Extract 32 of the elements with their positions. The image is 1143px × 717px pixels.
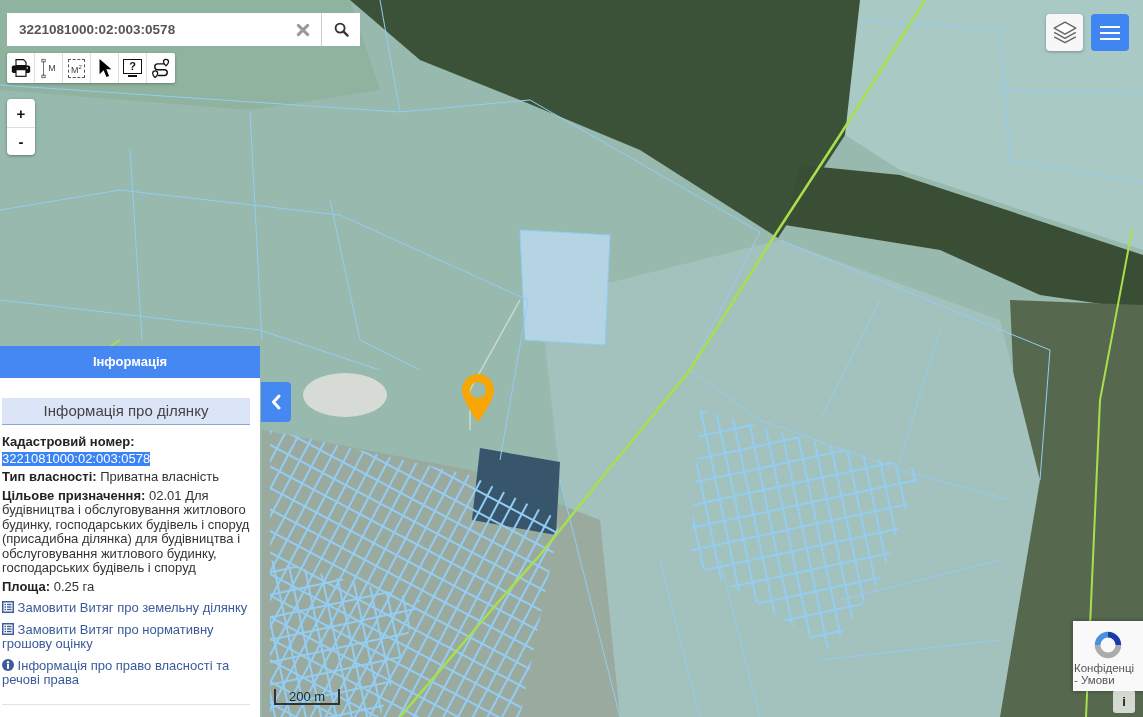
layers-button[interactable] <box>1046 14 1083 51</box>
printer-icon <box>10 58 31 78</box>
measure-area-button[interactable]: M$^{2}$ <box>63 53 91 83</box>
search-icon <box>333 22 349 37</box>
property-field: Площа: 0.25 га <box>2 579 250 594</box>
menu-button[interactable] <box>1091 14 1129 51</box>
info-button[interactable]: i <box>1113 690 1135 713</box>
zoom-in-button[interactable]: + <box>7 99 35 127</box>
ruler-line-icon <box>41 57 47 79</box>
privacy-link[interactable]: Конфіденці <box>1074 662 1135 674</box>
ownership-info-link[interactable]: Інформація про право власності та речові права <box>2 658 250 688</box>
panel-header: Інформація <box>0 346 260 378</box>
help-button[interactable]: ? <box>119 53 147 83</box>
menu-icon <box>1100 25 1120 40</box>
order-extract-link[interactable]: Замовити Витяг про нормативну грошову оцінку <box>2 622 250 652</box>
chevron-left-icon <box>271 394 281 410</box>
close-icon <box>296 22 310 37</box>
search-button[interactable] <box>321 13 360 46</box>
route-icon <box>151 58 171 78</box>
field-label: Кадастровий номер: <box>2 435 136 450</box>
terms-link[interactable]: - Умови <box>1074 674 1115 686</box>
scale-bar: 200 m <box>274 689 340 705</box>
cadastral-number: 3221081000:02:003:0578 <box>2 451 151 466</box>
section-title: Інформація про ділянку <box>2 398 250 425</box>
zoom-out-button[interactable]: - <box>7 127 35 155</box>
map-pin-icon <box>462 374 494 422</box>
measure-distance-button[interactable]: M <box>35 53 63 83</box>
collapse-button[interactable] <box>261 382 291 422</box>
property-field: Тип власності: Приватна власність <box>2 470 250 485</box>
order-extract-link[interactable]: Замовити Витяг про земельну ділянку <box>2 601 250 616</box>
property-field: Цільове призначення: 02.01 Для будівництва і обслуговування житлового будинку, господарських будівель і споруд (присадибна ділянка) для будівництва і обслуговування житлового будинку, господарських будівель і споруд <box>2 488 250 576</box>
search-field[interactable]: 3221081000:02:003:0578 <box>7 13 292 46</box>
